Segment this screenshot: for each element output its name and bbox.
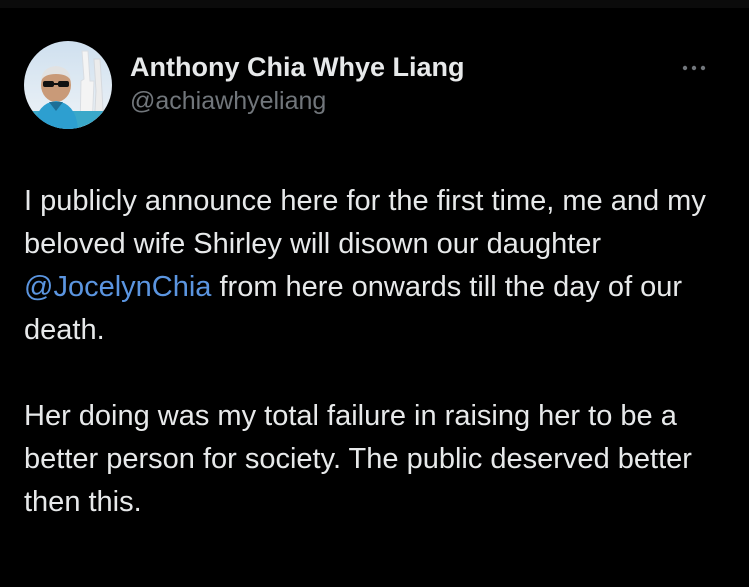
- tweet-text: I publicly announce here for the first t…: [24, 180, 736, 524]
- tweet-paragraph-1: I publicly announce here for the first t…: [24, 180, 736, 352]
- tweet-paragraph-2: Her doing was my total failure in raisin…: [24, 400, 692, 518]
- author-info: Anthony Chia Whye Liang @achiawhyeliang: [130, 50, 465, 117]
- top-divider: [0, 0, 749, 8]
- more-horizontal-icon: [682, 65, 706, 71]
- author-handle[interactable]: @achiawhyeliang: [130, 85, 465, 117]
- author-avatar[interactable]: [24, 41, 112, 129]
- tweet-text-before-mention: I publicly announce here for the first t…: [24, 185, 706, 260]
- mention-link[interactable]: @JocelynChia: [24, 271, 211, 303]
- more-options-button[interactable]: [676, 56, 712, 80]
- tweet-card: Anthony Chia Whye Liang @achiawhyeliang …: [0, 0, 749, 587]
- author-display-name[interactable]: Anthony Chia Whye Liang: [130, 50, 465, 84]
- avatar-photo-icon: [24, 41, 112, 129]
